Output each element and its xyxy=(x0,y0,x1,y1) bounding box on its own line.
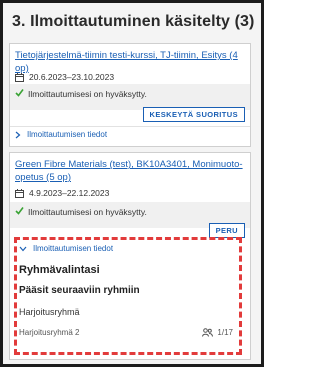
enrollment-details-toggle[interactable]: Ilmoittautumisen tiedot xyxy=(15,130,107,139)
check-icon xyxy=(15,206,24,215)
group-row: Harjoitusryhmä 2 1/17 xyxy=(19,328,233,337)
enrollment-details-toggle[interactable]: Ilmoittautumisen tiedot xyxy=(19,244,113,253)
suspend-enrollment-button[interactable]: KESKEYTÄ SUORITUS xyxy=(142,107,245,122)
people-icon xyxy=(202,328,214,337)
enrollment-panel: 3. Ilmoittautuminen käsitelty (3) Tietoj… xyxy=(0,0,264,367)
divider xyxy=(10,126,250,127)
date-row: 4.9.2023–22.12.2023 xyxy=(15,188,109,198)
section-heading: 3. Ilmoittautuminen käsitelty (3) xyxy=(12,13,255,30)
status-text: Ilmoittautumisesi on hyväksytty. xyxy=(28,207,147,217)
course-link[interactable]: Green Fibre Materials (test), BK10A3401,… xyxy=(15,158,245,184)
course-dates: 4.9.2023–22.12.2023 xyxy=(29,188,110,198)
calendar-icon xyxy=(15,188,24,198)
highlight-outline xyxy=(14,237,242,355)
group-name: Harjoitusryhmä 2 xyxy=(19,328,80,337)
details-toggle-label: Ilmoittautumisen tiedot xyxy=(33,244,114,253)
course-dates: 20.6.2023–23.10.2023 xyxy=(29,72,115,82)
check-icon xyxy=(15,88,24,97)
chevron-right-icon xyxy=(15,131,21,139)
group-selection-title: Ryhmävalintasi xyxy=(19,264,100,276)
details-toggle-label: Ilmoittautumisen tiedot xyxy=(27,130,108,139)
chevron-down-icon xyxy=(19,246,27,252)
date-row: 20.6.2023–23.10.2023 xyxy=(15,72,114,82)
cancel-enrollment-button[interactable]: PERU xyxy=(208,223,245,238)
group-seat-count: 1/17 xyxy=(202,328,233,337)
calendar-icon xyxy=(15,72,24,82)
enrollment-card: Green Fibre Materials (test), BK10A3401,… xyxy=(9,152,251,360)
group-type-label: Harjoitusryhmä xyxy=(19,307,80,317)
seat-count-value: 1/17 xyxy=(217,328,233,337)
enrollment-card: Tietojärjestelmä-tiimin testi-kurssi, TJ… xyxy=(9,43,251,147)
status-text: Ilmoittautumisesi on hyväksytty. xyxy=(28,89,147,99)
groups-subtitle: Pääsit seuraaviin ryhmiin xyxy=(19,285,140,296)
